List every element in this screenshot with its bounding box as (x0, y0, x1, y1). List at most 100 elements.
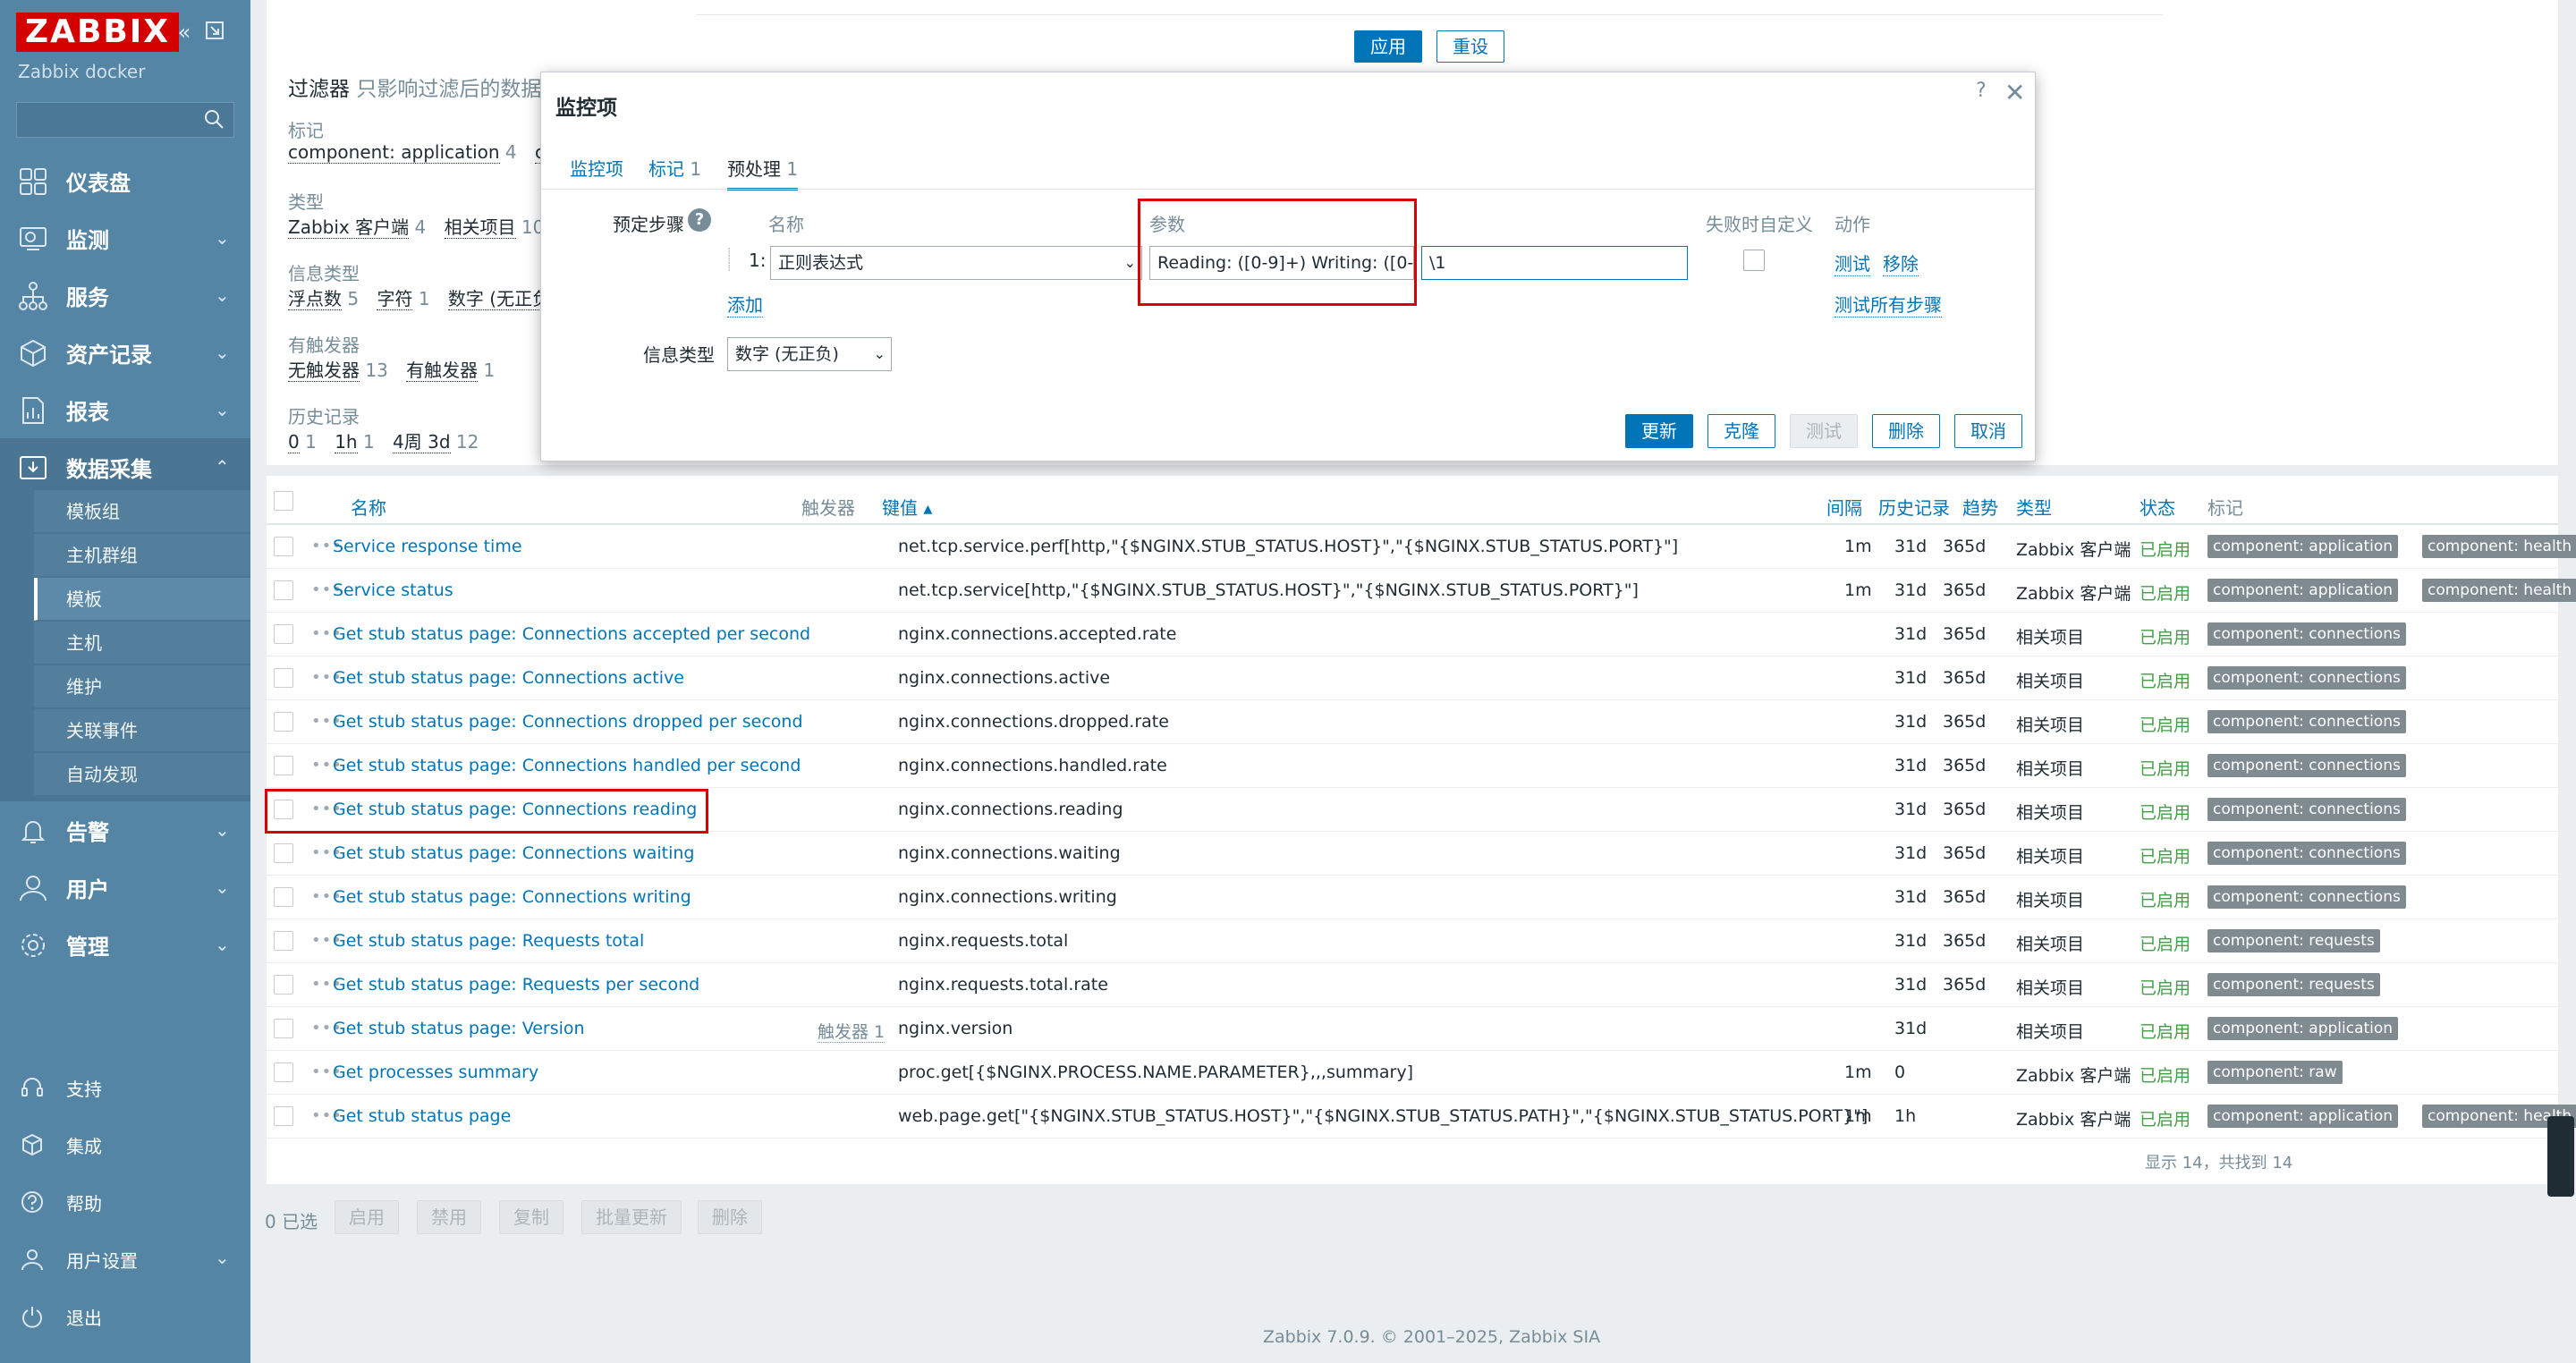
filter-hist-link[interactable]: 0 (288, 431, 300, 453)
item-name-link[interactable]: Get stub status page: Connections active (333, 668, 684, 688)
close-icon[interactable]: ✕ (2004, 78, 2025, 107)
nav-services[interactable]: 服务 ⌄ (0, 267, 250, 324)
tag-badge[interactable]: component: requests (2207, 973, 2380, 996)
sub-maintenance[interactable]: 维护 (34, 665, 250, 708)
select-all-checkbox[interactable] (274, 491, 293, 511)
item-status-link[interactable]: 已启用 (2140, 887, 2190, 911)
sub-template-groups[interactable]: 模板组 (34, 490, 250, 533)
item-name-link[interactable]: Service status (333, 580, 453, 600)
th-type[interactable]: 类型 (2016, 494, 2052, 520)
tab-item[interactable]: 监控项 (570, 155, 623, 188)
step-type-select[interactable]: 正则表达式 ⌄ (770, 246, 1142, 280)
filter-type-link[interactable]: 相关项目 (444, 216, 516, 239)
item-name-link[interactable]: Get stub status page: Requests total (333, 931, 644, 951)
item-name-link[interactable]: Get stub status page: Connections droppe… (333, 712, 803, 732)
row-checkbox[interactable] (274, 931, 293, 951)
item-name-prefix[interactable]: Get stub status page: (333, 975, 522, 995)
th-status[interactable]: 状态 (2140, 494, 2175, 520)
item-name[interactable]: Get processes summary (333, 1062, 538, 1082)
row-checkbox[interactable] (274, 1062, 293, 1082)
nav-help[interactable]: 帮助 (0, 1173, 250, 1231)
nav-administration[interactable]: 管理 ⌄ (0, 916, 250, 973)
parameter-output-input[interactable]: \1 (1421, 246, 1688, 280)
tab-tags[interactable]: 标记 1 (648, 155, 701, 188)
row-checkbox[interactable] (274, 975, 293, 995)
tag-badge[interactable]: component: application (2207, 535, 2399, 558)
disable-button[interactable]: 禁用 (417, 1200, 481, 1234)
item-name[interactable]: Get stub status page (333, 1106, 511, 1126)
item-status-link[interactable]: 已启用 (2140, 931, 2190, 955)
row-checkbox[interactable] (274, 800, 293, 819)
item-name[interactable]: Version (522, 1019, 585, 1038)
reset-button[interactable]: 重设 (1436, 30, 1504, 63)
item-name-link[interactable]: Get stub status page: Connections waitin… (333, 843, 694, 863)
tag-badge[interactable]: component: connections (2207, 666, 2406, 690)
item-name[interactable]: Service response time (333, 537, 522, 556)
row-checkbox[interactable] (274, 624, 293, 644)
item-name[interactable]: Connections writing (522, 887, 691, 907)
item-status-link[interactable]: 已启用 (2140, 624, 2190, 648)
tag-badge[interactable]: component: requests (2207, 929, 2380, 952)
scrollbar-thumb[interactable] (2547, 1116, 2574, 1197)
item-name-prefix[interactable]: Get stub status page: (333, 1019, 522, 1038)
item-name-prefix[interactable]: Get stub status page: (333, 668, 522, 688)
item-status-link[interactable]: 已启用 (2140, 975, 2190, 999)
delete-button[interactable]: 删除 (698, 1200, 762, 1234)
item-name-prefix[interactable]: Get stub status page: (333, 624, 522, 644)
tag-badge[interactable]: component: connections (2207, 798, 2406, 821)
th-history[interactable]: 历史记录 (1878, 494, 1950, 520)
item-name[interactable]: Service status (333, 580, 453, 600)
item-name-link[interactable]: Get processes summary (333, 1062, 538, 1082)
item-name-link[interactable]: Service response time (333, 537, 522, 556)
item-name-prefix[interactable]: Get stub status page: (333, 843, 522, 863)
item-name[interactable]: Connections accepted per second (522, 624, 810, 644)
help-icon[interactable]: ? (1976, 80, 1987, 102)
filter-hist-link[interactable]: 1h (335, 431, 358, 453)
filter-type-link[interactable]: Zabbix 客户端 (288, 216, 410, 239)
item-name-link[interactable]: Get stub status page: Connections readin… (333, 800, 697, 819)
tag-badge[interactable]: component: application (2207, 1105, 2399, 1128)
sub-host-groups[interactable]: 主机群组 (34, 534, 250, 577)
item-name[interactable]: Requests total (522, 931, 645, 951)
tag-badge[interactable]: component: application (2207, 579, 2399, 602)
row-checkbox[interactable] (274, 668, 293, 688)
sub-event-correlation[interactable]: 关联事件 (34, 709, 250, 752)
filter-info-link[interactable]: 浮点数 (288, 288, 342, 310)
row-checkbox[interactable] (274, 712, 293, 732)
filter-trig-link[interactable]: 有触发器 (406, 360, 479, 382)
delete-button[interactable]: 删除 (1872, 414, 1940, 448)
filter-info-link[interactable]: 字符 (377, 288, 413, 310)
item-name-link[interactable]: Get stub status page: Connections accept… (333, 624, 810, 644)
item-name-prefix[interactable]: Get stub status page: (333, 712, 522, 732)
row-checkbox[interactable] (274, 756, 293, 775)
th-key[interactable]: 键值 ▴ (882, 494, 932, 520)
item-name-link[interactable]: Get stub status page: Requests per secon… (333, 975, 699, 995)
item-name[interactable]: Connections waiting (522, 843, 695, 863)
tab-preprocessing[interactable]: 预处理 1 (727, 155, 799, 190)
th-name[interactable]: 名称 (351, 494, 386, 520)
item-name[interactable]: Connections handled per second (522, 756, 801, 775)
nav-reports[interactable]: 报表 ⌄ (0, 381, 250, 438)
item-name-prefix[interactable]: Get stub status page: (333, 800, 522, 819)
test-all-steps-link[interactable]: 测试所有步骤 (1835, 291, 1942, 317)
item-name-link[interactable]: Get stub status page: Connections handle… (333, 756, 801, 775)
tag-badge[interactable]: component: application (2207, 1017, 2399, 1040)
item-status-link[interactable]: 已启用 (2140, 537, 2190, 561)
row-checkbox[interactable] (274, 887, 293, 907)
tag-badge[interactable]: component: connections (2207, 622, 2406, 646)
sub-hosts[interactable]: 主机 (34, 622, 250, 665)
test-step-link[interactable]: 测试 (1835, 250, 1870, 276)
item-status-link[interactable]: 已启用 (2140, 668, 2190, 692)
zabbix-logo[interactable]: ZABBIX (16, 13, 179, 52)
nav-integrations[interactable]: 集成 (0, 1116, 250, 1173)
sub-templates[interactable]: 模板 (34, 578, 250, 621)
update-button[interactable]: 更新 (1625, 414, 1693, 448)
row-checkbox[interactable] (274, 580, 293, 600)
item-name-prefix[interactable]: Get stub status page: (333, 756, 522, 775)
nav-users[interactable]: 用户 ⌄ (0, 859, 250, 916)
cancel-button[interactable]: 取消 (1954, 414, 2022, 448)
row-checkbox[interactable] (274, 843, 293, 863)
triggers-link[interactable]: 触发器 1 (818, 1022, 886, 1043)
copy-button[interactable]: 复制 (499, 1200, 564, 1234)
drag-handle-icon[interactable]: ⁞ ⁞ ⁞ (727, 247, 731, 274)
